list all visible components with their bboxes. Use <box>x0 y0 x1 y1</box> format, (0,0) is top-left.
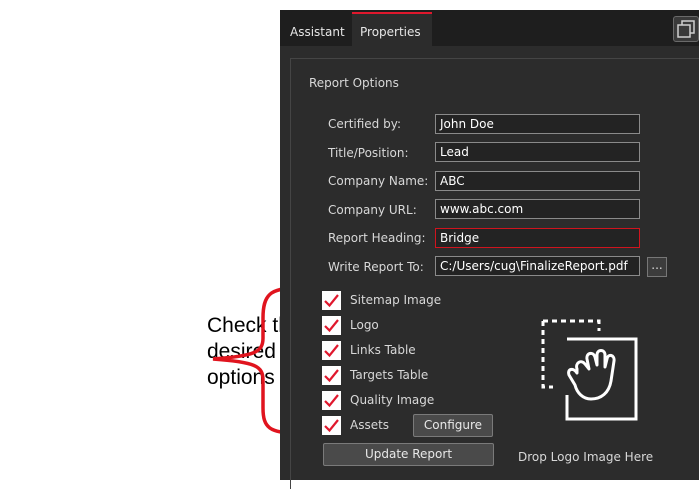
hand-drag-icon[interactable] <box>535 315 645 429</box>
company-url-field[interactable]: www.abc.com <box>435 199 640 219</box>
option-label: Sitemap Image <box>350 293 442 307</box>
tab-properties-label: Properties <box>360 25 421 39</box>
configure-button[interactable]: Configure <box>413 414 493 437</box>
title-position-label: Title/Position: <box>328 146 409 160</box>
browse-button[interactable]: ... <box>647 257 667 277</box>
title-position-field[interactable]: Lead <box>435 142 640 162</box>
company-name-label: Company Name: <box>328 174 429 188</box>
write-report-to-field[interactable]: C:/Users/cug\FinalizeReport.pdf <box>435 256 640 276</box>
checkbox[interactable] <box>322 391 341 410</box>
report-heading-field[interactable]: Bridge <box>435 228 640 248</box>
update-report-button[interactable]: Update Report <box>323 443 494 466</box>
certified-by-label: Certified by: <box>328 117 401 131</box>
window-icon[interactable] <box>673 16 699 42</box>
report-heading-label: Report Heading: <box>328 231 426 245</box>
option-label: Targets Table <box>350 368 429 382</box>
option-label: Assets <box>350 418 390 432</box>
tab-properties[interactable]: Properties <box>352 12 432 46</box>
checkmark-icon <box>324 394 339 408</box>
company-name-field[interactable]: ABC <box>435 171 640 191</box>
checkmark-icon <box>324 419 339 433</box>
checkmark-icon <box>324 294 339 308</box>
checkbox[interactable] <box>322 341 341 360</box>
checkbox[interactable] <box>322 316 341 335</box>
option-label: Links Table <box>350 343 416 357</box>
checkbox[interactable] <box>322 416 341 435</box>
section-title: Report Options <box>309 76 399 90</box>
option-label: Logo <box>350 318 379 332</box>
active-tab-indicator <box>352 12 432 14</box>
write-report-to-label: Write Report To: <box>328 260 424 274</box>
checkmark-icon <box>324 344 339 358</box>
properties-panel: Assistant Properties Report Options Cert… <box>280 10 699 489</box>
drop-logo-label: Drop Logo Image Here <box>518 450 654 464</box>
checkmark-icon <box>324 319 339 333</box>
company-url-label: Company URL: <box>328 203 417 217</box>
tab-assistant[interactable]: Assistant <box>290 12 345 46</box>
certified-by-field[interactable]: John Doe <box>435 114 640 134</box>
checkbox[interactable] <box>322 291 341 310</box>
tab-bar: Assistant Properties <box>280 10 699 46</box>
checkmark-icon <box>324 369 339 383</box>
option-label: Quality Image <box>350 393 435 407</box>
checkbox[interactable] <box>322 366 341 385</box>
